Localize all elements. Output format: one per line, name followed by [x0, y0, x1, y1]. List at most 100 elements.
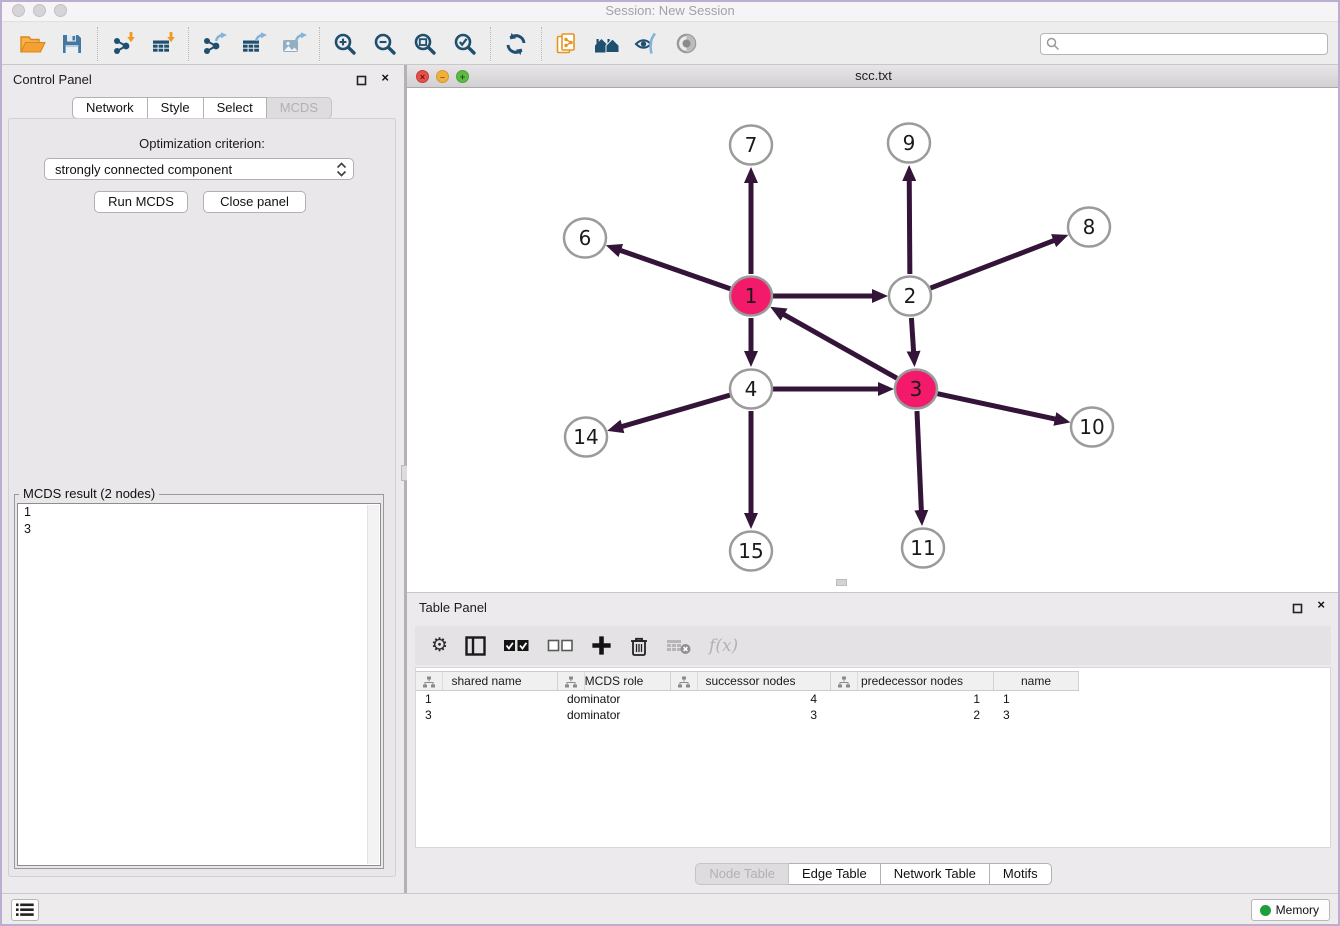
save-session-button[interactable] [52, 26, 92, 62]
delete-row-icon [629, 635, 649, 657]
graph-node-9[interactable]: 9 [888, 124, 930, 163]
graph-node-15[interactable]: 15 [730, 532, 772, 571]
add-row-button[interactable] [591, 635, 612, 656]
table-row[interactable]: 1dominator411 [416, 692, 1330, 708]
close-panel-icon[interactable]: × [381, 70, 389, 86]
hide-selected-button[interactable] [627, 26, 667, 62]
table-cell[interactable]: dominator [558, 708, 671, 724]
canvas-scrollbar-thumb[interactable] [836, 579, 847, 586]
mcds-result-item[interactable]: 3 [18, 521, 380, 538]
columns-button[interactable] [465, 636, 486, 656]
table-close-icon[interactable]: × [1317, 597, 1325, 613]
mcds-result-list[interactable]: 13 [17, 503, 381, 866]
table-tab-edge-table[interactable]: Edge Table [789, 863, 881, 885]
float-panel-icon[interactable] [356, 73, 368, 85]
show-all-icon [675, 32, 699, 55]
graph-edge-3-11[interactable] [917, 411, 921, 511]
table-cell[interactable]: 3 [416, 708, 558, 724]
network-window-controls: × – + [416, 70, 469, 83]
export-table-button[interactable] [234, 26, 274, 62]
refresh-icon [504, 32, 528, 56]
zoom-selected-button[interactable] [445, 26, 485, 62]
table-body: 1dominator4113dominator323 [416, 692, 1330, 724]
search-box[interactable] [1040, 33, 1328, 55]
graph-edge-3-1[interactable] [783, 314, 897, 378]
table-cell[interactable]: 2 [831, 708, 994, 724]
table-row[interactable]: 3dominator323 [416, 708, 1330, 724]
graph-node-6[interactable]: 6 [564, 219, 606, 258]
table-cell[interactable]: 1 [831, 692, 994, 708]
graph-edge-2-3[interactable] [911, 318, 913, 352]
close-window-button[interactable] [12, 4, 25, 17]
column-label: predecessor nodes [861, 674, 963, 688]
network-window-titlebar[interactable]: × – + scc.txt [407, 65, 1340, 88]
graph-node-7[interactable]: 7 [730, 126, 772, 165]
open-file-button[interactable] [12, 26, 52, 62]
import-table-button[interactable] [143, 26, 183, 62]
table-cell[interactable]: 1 [994, 692, 1079, 708]
show-all-button[interactable] [667, 26, 707, 62]
tab-select[interactable]: Select [204, 97, 267, 119]
import-network-button[interactable] [103, 26, 143, 62]
minimize-window-button[interactable] [33, 4, 46, 17]
select-all-button[interactable] [503, 638, 530, 654]
table-cell[interactable]: 1 [416, 692, 558, 708]
run-mcds-button[interactable]: Run MCDS [94, 191, 188, 213]
graph-node-8[interactable]: 8 [1068, 208, 1110, 247]
network-canvas[interactable]: 7 9 6 8 1 2 4 3 14 10 15 11 [407, 88, 1340, 592]
tab-network[interactable]: Network [72, 97, 148, 119]
table-float-icon[interactable] [1292, 601, 1304, 613]
zoom-fit-button[interactable] [405, 26, 445, 62]
table-cell[interactable]: 3 [994, 708, 1079, 724]
graph-edge-1-6[interactable] [620, 250, 730, 289]
graph-edge-3-10[interactable] [938, 394, 1056, 420]
graph-node-11[interactable]: 11 [902, 529, 944, 568]
export-network-button[interactable] [194, 26, 234, 62]
criterion-dropdown[interactable]: strongly connected component [44, 158, 354, 180]
network-window-title: scc.txt [407, 65, 1340, 87]
table-cell[interactable]: dominator [558, 692, 671, 708]
column-header-successor-nodes[interactable]: successor nodes [671, 672, 831, 690]
first-neighbors-button[interactable] [587, 26, 627, 62]
table-cell[interactable]: 3 [671, 708, 831, 724]
network-minimize-button[interactable]: – [436, 70, 449, 83]
table-tab-motifs[interactable]: Motifs [990, 863, 1052, 885]
graph-node-4[interactable]: 4 [730, 370, 772, 409]
memory-button[interactable]: Memory [1251, 899, 1330, 921]
refresh-button[interactable] [496, 26, 536, 62]
deselect-all-button[interactable] [547, 638, 574, 654]
graph-edge-4-14[interactable] [622, 395, 730, 427]
close-panel-button[interactable]: Close panel [203, 191, 306, 213]
column-header-shared-name[interactable]: shared name [416, 672, 558, 690]
zoom-in-button[interactable] [325, 26, 365, 62]
new-network-from-selection-button[interactable] [547, 26, 587, 62]
mcds-result-item[interactable]: 1 [18, 504, 380, 521]
delete-row-button[interactable] [629, 635, 649, 657]
graph-node-10[interactable]: 10 [1071, 408, 1113, 447]
hide-selected-icon [634, 32, 660, 55]
graph-edge-2-9[interactable] [909, 180, 910, 274]
search-input[interactable] [1060, 37, 1322, 51]
graph-node-14[interactable]: 14 [565, 418, 607, 457]
column-header-MCDS-role[interactable]: MCDS role [558, 672, 671, 690]
column-header-name[interactable]: name [994, 672, 1079, 690]
graph-node-1[interactable]: 1 [730, 277, 772, 316]
table-cell[interactable]: 4 [671, 692, 831, 708]
tab-style[interactable]: Style [148, 97, 204, 119]
graph-edge-2-8[interactable] [931, 240, 1055, 288]
zoom-window-button[interactable] [54, 4, 67, 17]
zoom-out-button[interactable] [365, 26, 405, 62]
network-close-button[interactable]: × [416, 70, 429, 83]
network-graph[interactable]: 7 9 6 8 1 2 4 3 14 10 15 11 [407, 88, 1340, 592]
tab-mcds[interactable]: MCDS [267, 97, 332, 119]
result-scrollbar[interactable] [367, 505, 379, 864]
network-maximize-button[interactable]: + [456, 70, 469, 83]
column-header-predecessor-nodes[interactable]: predecessor nodes [831, 672, 994, 690]
export-image-button[interactable] [274, 26, 314, 62]
gear-button[interactable]: ⚙ [431, 636, 448, 655]
table-tab-node-table[interactable]: Node Table [695, 863, 789, 885]
graph-node-2[interactable]: 2 [889, 277, 931, 316]
graph-node-3[interactable]: 3 [895, 370, 937, 409]
task-history-button[interactable] [11, 899, 39, 921]
table-tab-network-table[interactable]: Network Table [881, 863, 990, 885]
